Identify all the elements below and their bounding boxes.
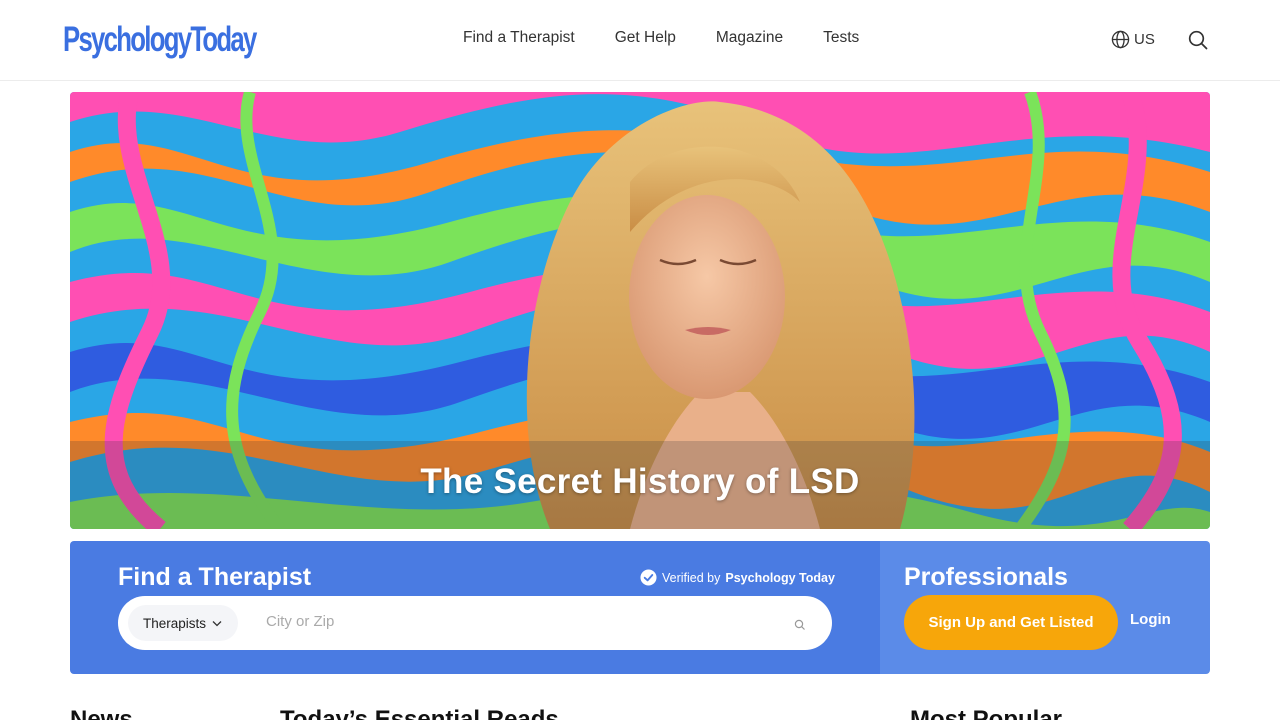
- find-therapist-title: Find a Therapist: [118, 563, 312, 591]
- main-nav: Find a Therapist Get Help Magazine Tests: [463, 29, 859, 47]
- chevron-down-icon: [212, 620, 222, 626]
- find-therapist-panel: Find a Therapist Verified by Psychology …: [70, 541, 880, 674]
- nav-get-help[interactable]: Get Help: [615, 29, 676, 47]
- login-link[interactable]: Login: [1130, 611, 1171, 628]
- psychology-today-logo[interactable]: PsychologyToday: [63, 18, 310, 59]
- nav-magazine[interactable]: Magazine: [716, 29, 783, 47]
- city-zip-input[interactable]: [266, 613, 766, 630]
- search-icon: [1188, 30, 1208, 50]
- sign-up-get-listed-button[interactable]: Sign Up and Get Listed: [904, 595, 1118, 650]
- verified-prefix: Verified by: [662, 570, 721, 585]
- verified-badge: Verified by Psychology Today: [640, 569, 835, 586]
- region-label: US: [1134, 31, 1155, 48]
- checkmark-badge-icon: [640, 569, 657, 586]
- site-header: PsychologyToday Find a Therapist Get Hel…: [0, 0, 1280, 81]
- provider-type-dropdown[interactable]: Therapists: [128, 605, 239, 641]
- region-selector[interactable]: US: [1111, 30, 1155, 49]
- professionals-panel: Professionals Sign Up and Get Listed Log…: [880, 541, 1210, 674]
- verified-brand: Psychology Today: [725, 570, 835, 585]
- professionals-title: Professionals: [904, 563, 1068, 591]
- hero-title[interactable]: The Secret History of LSD: [70, 462, 1210, 502]
- therapist-search-bar: Therapists: [118, 596, 832, 650]
- hero-feature[interactable]: The Secret History of LSD: [70, 92, 1210, 529]
- news-heading: News: [70, 706, 133, 720]
- location-search-button[interactable]: [794, 618, 806, 630]
- search-icon: [794, 619, 805, 630]
- provider-type-value: Therapists: [143, 615, 207, 631]
- most-popular-heading: Most Popular: [910, 706, 1063, 720]
- essential-reads-heading: Today’s Essential Reads: [280, 706, 559, 720]
- header-search-button[interactable]: [1187, 29, 1209, 51]
- globe-icon: [1111, 30, 1130, 49]
- nav-tests[interactable]: Tests: [823, 29, 859, 47]
- logo-text: PsychologyToday: [63, 18, 257, 59]
- nav-find-a-therapist[interactable]: Find a Therapist: [463, 29, 575, 47]
